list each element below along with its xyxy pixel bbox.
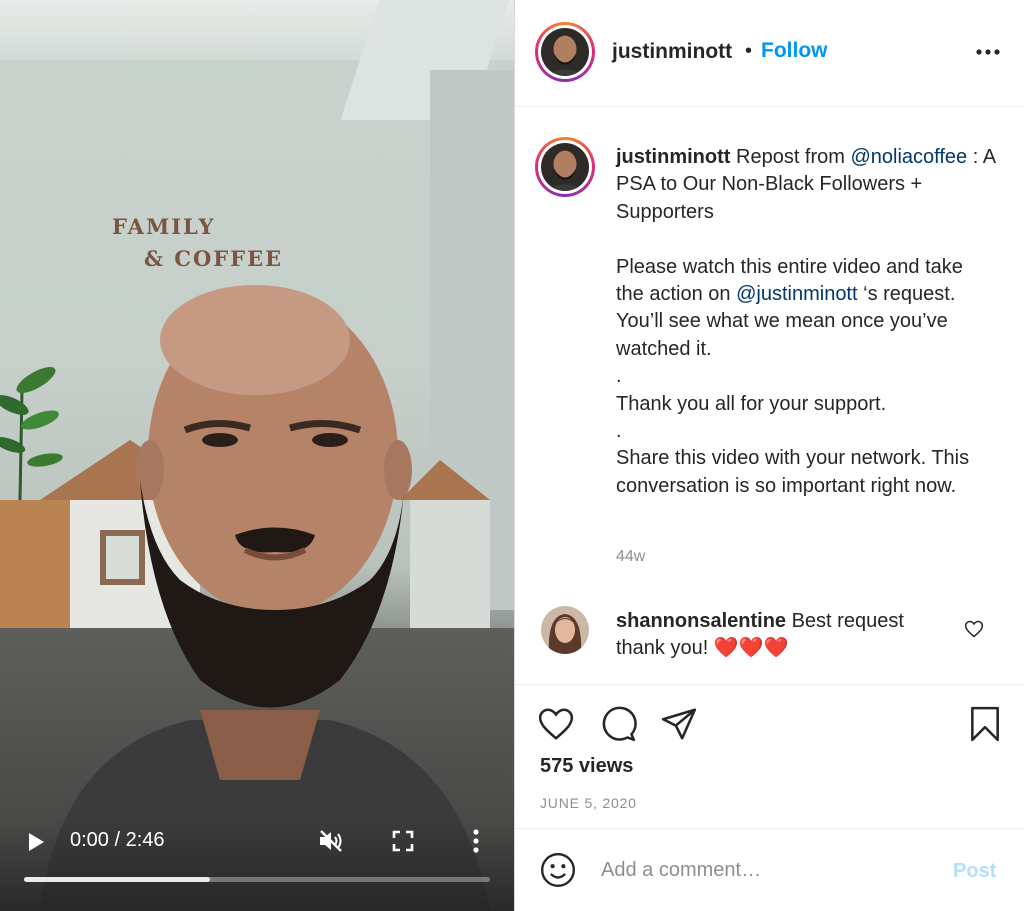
vertical-dots-icon[interactable] [466,828,486,854]
post-date[interactable]: JUNE 5, 2020 [540,795,637,811]
caption-repost-text: Repost from [736,146,845,168]
post-actions: 575 views JUNE 5, 2020 [515,684,1024,828]
mention-noliacoffee[interactable]: @noliacoffee [851,146,968,168]
post-panel: justinminott • Follow justinminott Repos… [514,0,1024,911]
follow-button[interactable]: Follow [761,39,828,63]
heart-icon[interactable] [537,705,575,743]
author-avatar[interactable] [535,22,595,82]
post-comment-button[interactable]: Post [953,860,996,883]
video-time: 0:00 / 2:46 [70,829,165,851]
caption-dot: . [616,365,622,388]
bookmark-icon[interactable] [966,705,1004,743]
fullscreen-icon[interactable] [392,830,414,852]
caption-share: Share this video with your network. This… [616,447,970,497]
emoji-icon[interactable] [539,851,577,889]
share-icon[interactable] [660,705,698,743]
horizontal-dots-icon[interactable] [973,40,1003,64]
avatar-image [541,606,589,654]
view-count[interactable]: 575 views [540,755,633,778]
video-progress-track[interactable] [24,877,490,882]
avatar-image [541,28,589,76]
commenter-avatar[interactable] [541,606,589,654]
post-caption: justinminott Repost from @noliacoffee : … [616,144,996,500]
caption-thanks: Thank you all for your support. [616,392,887,415]
person-in-video [40,285,490,911]
separator-dot: • [745,40,753,62]
avatar-image [541,143,589,191]
comment-username[interactable]: shannonsalentine [616,610,786,632]
video-player[interactable]: FAMILY & COFFEE 0:00 / 2:46 [0,0,514,911]
caption-paragraph-2: Please watch this entire video and take … [616,254,996,364]
wall-sign-line1: FAMILY [112,214,216,239]
post-header: justinminott • Follow [515,0,1024,107]
mention-justinminott[interactable]: @justinminott [736,283,857,305]
video-progress-fill [24,877,211,882]
comment: shannonsalentine Best request thank you!… [616,608,956,663]
caption-timestamp[interactable]: 44w [616,548,645,566]
caption-paragraph-1: justinminott Repost from @noliacoffee : … [616,144,996,226]
caption-username[interactable]: justinminott [616,146,730,168]
muted-speaker-icon[interactable] [318,828,344,854]
wall-sign-line2: & COFFEE [144,246,284,271]
caption-author-avatar[interactable] [535,137,595,197]
add-comment-bar: Post [515,828,1024,911]
author-username[interactable]: justinminott [612,40,732,64]
comment-input[interactable] [601,853,931,887]
play-icon[interactable] [26,832,46,852]
comment-icon[interactable] [599,705,637,743]
heart-outline-icon[interactable] [964,619,984,639]
caption-dot: . [616,420,622,443]
